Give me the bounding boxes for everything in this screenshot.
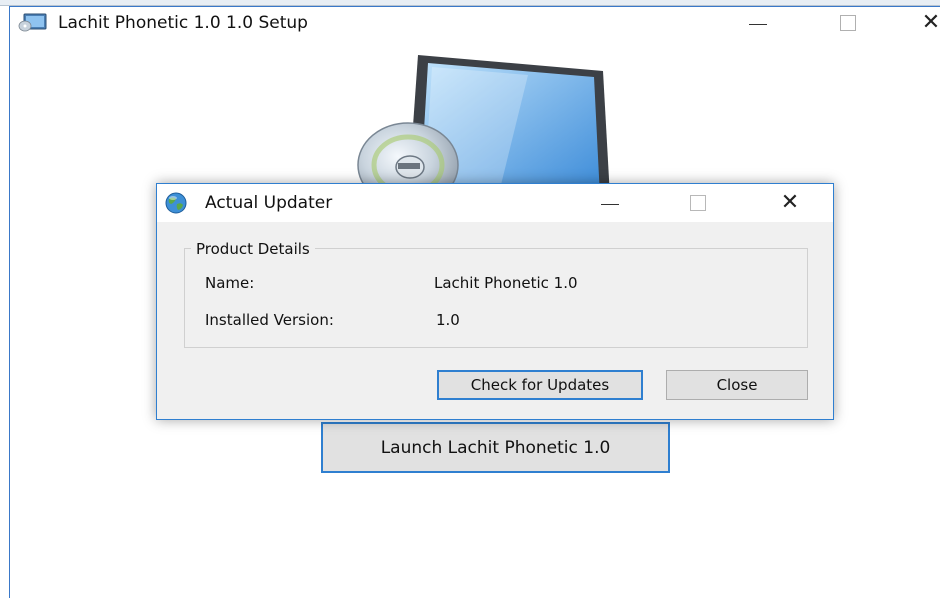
close-button[interactable]: Close (666, 370, 808, 400)
setup-close-button[interactable]: ✕ (908, 7, 940, 39)
setup-window-title: Lachit Phonetic 1.0 1.0 Setup (58, 13, 308, 33)
close-icon: ✕ (921, 10, 940, 35)
setup-minimize-button[interactable] (735, 7, 781, 39)
close-icon: ✕ (780, 190, 800, 215)
updater-dialog-title: Actual Updater (205, 193, 333, 213)
maximize-icon (690, 195, 706, 211)
launch-app-button[interactable]: Launch Lachit Phonetic 1.0 (321, 422, 670, 473)
name-label: Name: (205, 274, 255, 292)
setup-titlebar: Lachit Phonetic 1.0 1.0 Setup ✕ (10, 7, 940, 39)
product-details-heading: Product Details (191, 240, 315, 258)
installed-version-label: Installed Version: (205, 311, 334, 329)
monitor-cd-graphic-icon (348, 47, 618, 208)
product-details-group (184, 248, 808, 348)
updater-globe-icon (165, 192, 187, 214)
minimize-icon (601, 203, 619, 205)
maximize-icon (840, 15, 856, 31)
installer-app-icon (18, 13, 48, 33)
actual-updater-dialog: Actual Updater ✕ Product Details Name: L… (156, 183, 834, 420)
minimize-icon (749, 23, 767, 25)
updater-titlebar: Actual Updater ✕ (157, 184, 833, 222)
updater-maximize-button[interactable] (675, 184, 721, 222)
name-value: Lachit Phonetic 1.0 (434, 274, 578, 292)
updater-close-button[interactable]: ✕ (767, 184, 813, 222)
updater-minimize-button[interactable] (587, 184, 633, 222)
check-for-updates-button[interactable]: Check for Updates (437, 370, 643, 400)
installed-version-value: 1.0 (436, 311, 460, 329)
setup-maximize-button[interactable] (825, 7, 871, 39)
